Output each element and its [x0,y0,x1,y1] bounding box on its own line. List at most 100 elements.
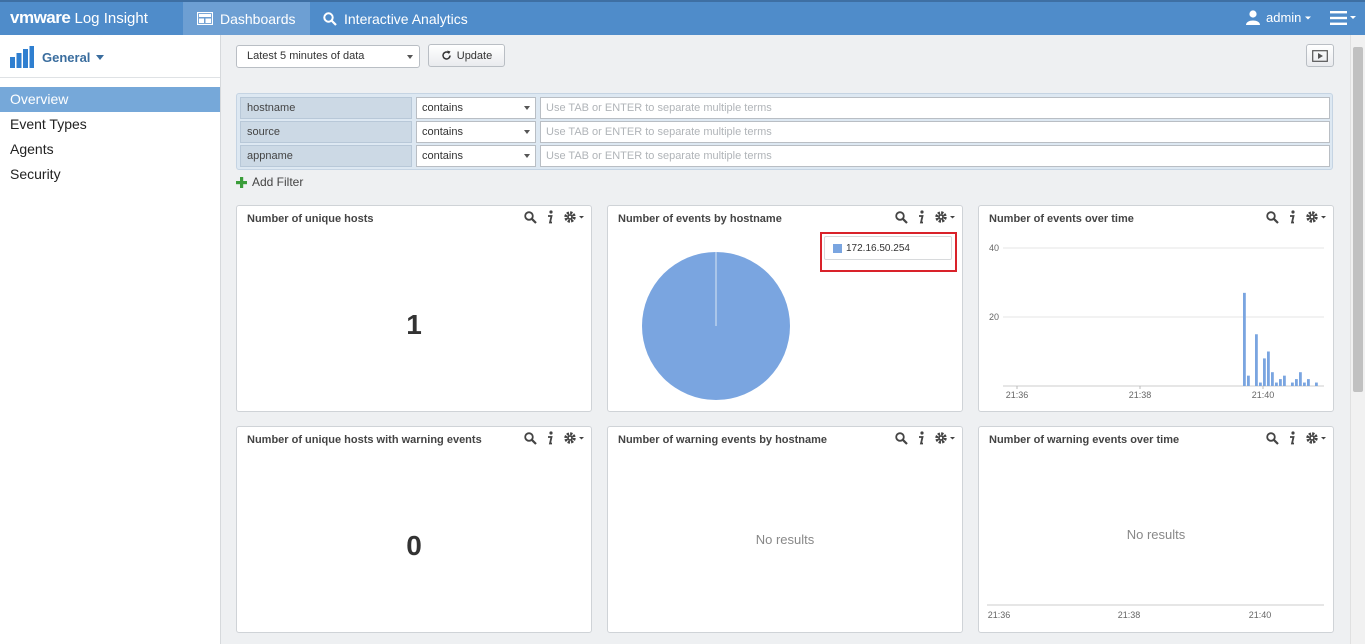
chart-bar [1295,379,1298,386]
filter-value-input[interactable] [540,97,1330,119]
chart-bar [1307,379,1310,386]
filter-operator-select[interactable]: contains [416,145,536,167]
widget-search-button[interactable] [1266,210,1279,224]
warning-hosts-value: 0 [406,530,422,561]
widget-warning-by-hostname: Number of warning events by hostname No … [607,426,963,633]
chart-bar [1303,382,1306,386]
widget-search-button[interactable] [895,431,908,445]
gear-icon [935,211,955,223]
search-icon [895,431,908,445]
widget-settings-button[interactable] [1305,431,1327,445]
widget-info-button[interactable] [1288,431,1296,445]
y-tick-label: 20 [989,312,999,322]
vertical-scrollbar[interactable] [1350,35,1365,644]
widget-info-button[interactable] [917,210,925,224]
filter-field[interactable]: appname [240,145,412,167]
add-filter-button[interactable]: Add Filter [236,175,303,189]
gear-icon [935,432,955,444]
filter-operator-value: contains [422,102,463,114]
filter-value-input[interactable] [540,145,1330,167]
tab-interactive-analytics[interactable]: Interactive Analytics [309,2,482,35]
widget-search-button[interactable] [1266,431,1279,445]
sidebar-item-agents[interactable]: Agents [0,137,220,162]
widget-settings-button[interactable] [1305,210,1327,224]
chevron-down-icon [1305,16,1312,19]
app-logo[interactable]: vmware Log Insight [10,8,148,28]
chart-bar [1259,382,1262,386]
widget-info-button[interactable] [546,431,554,445]
widget-toolbar [515,431,585,445]
update-button[interactable]: Update [428,44,505,67]
filter-field[interactable]: source [240,121,412,143]
filter-value-input[interactable] [540,121,1330,143]
scrollbar-thumb[interactable] [1353,47,1363,392]
search-icon [524,431,537,445]
widget-events-by-hostname: Number of events by hostname 172.16.50.2… [607,205,963,412]
chart-bar [1279,379,1282,386]
chart-bar [1255,334,1258,386]
filter-operator-value: contains [422,150,463,162]
chart-bar [1299,372,1302,386]
widget-info-button[interactable] [917,431,925,445]
widget-settings-button[interactable] [934,431,956,445]
filter-field[interactable]: hostname [240,97,412,119]
time-range-value: Latest 5 minutes of data [247,50,365,62]
user-name: admin [1266,10,1302,25]
filter-row: hostname contains [240,97,1330,119]
filter-panel: hostname contains source contains appnam… [236,93,1333,170]
x-tick-label: 21:38 [1129,390,1152,400]
info-icon [919,210,924,224]
bar-chart: 20 40 21:36 21:38 21:40 [989,243,1324,400]
info-icon [1290,431,1295,445]
filter-row: appname contains [240,145,1330,167]
info-icon [548,431,553,445]
sidebar-item-security[interactable]: Security [0,162,220,187]
widget-warning-over-time: Number of warning events over time No re… [978,426,1334,633]
chart-bar [1247,375,1250,386]
widget-toolbar [886,431,956,445]
dropdown-arrow-icon [524,130,530,134]
filter-operator-select[interactable]: contains [416,121,536,143]
widget-search-button[interactable] [895,210,908,224]
dashboard-group-label: General [42,49,91,65]
brand-product: Log Insight [70,10,148,27]
gear-icon [564,432,584,444]
x-tick-label: 21:38 [1118,610,1141,620]
widget-search-button[interactable] [524,431,537,445]
widget-settings-button[interactable] [563,210,585,224]
widget-title: Number of warning events by hostname [618,434,828,446]
x-tick-label: 21:40 [1249,610,1272,620]
widget-info-button[interactable] [1288,210,1296,224]
pie-chart [642,252,790,400]
main-menu-button[interactable] [1330,11,1356,28]
tab-dashboards-label: Dashboards [220,10,296,27]
widget-info-button[interactable] [546,210,554,224]
chart-bar [1275,382,1278,386]
filter-row: source contains [240,121,1330,143]
widget-title: Number of unique hosts with warning even… [247,434,482,446]
x-tick-label: 21:36 [1006,390,1029,400]
empty-time-axis: 21:36 21:38 21:40 [987,604,1324,620]
sidebar: General Overview Event Types Agents Secu… [0,35,221,644]
dashboard-group-selector[interactable]: General [10,45,105,69]
widget-settings-button[interactable] [563,431,585,445]
widget-toolbar [1257,431,1327,445]
widget-warning-hosts: Number of unique hosts with warning even… [236,426,592,633]
tab-dashboards[interactable]: Dashboards [183,2,310,35]
highlight-box [820,232,957,272]
widget-title: Number of events by hostname [618,213,782,225]
bar-chart-icon [10,46,34,68]
widget-settings-button[interactable] [934,210,956,224]
gear-icon [564,211,584,223]
filter-operator-select[interactable]: contains [416,97,536,119]
update-button-label: Update [456,49,493,62]
add-filter-label: Add Filter [252,175,304,189]
sidebar-item-overview[interactable]: Overview [0,87,220,112]
widget-search-button[interactable] [524,210,537,224]
sidebar-item-event-types[interactable]: Event Types [0,112,220,137]
search-icon [1266,210,1279,224]
time-range-select[interactable]: Latest 5 minutes of data [236,45,420,68]
presentation-mode-button[interactable] [1306,44,1334,67]
user-menu[interactable]: admin [1246,10,1318,25]
widget-toolbar [886,210,956,224]
